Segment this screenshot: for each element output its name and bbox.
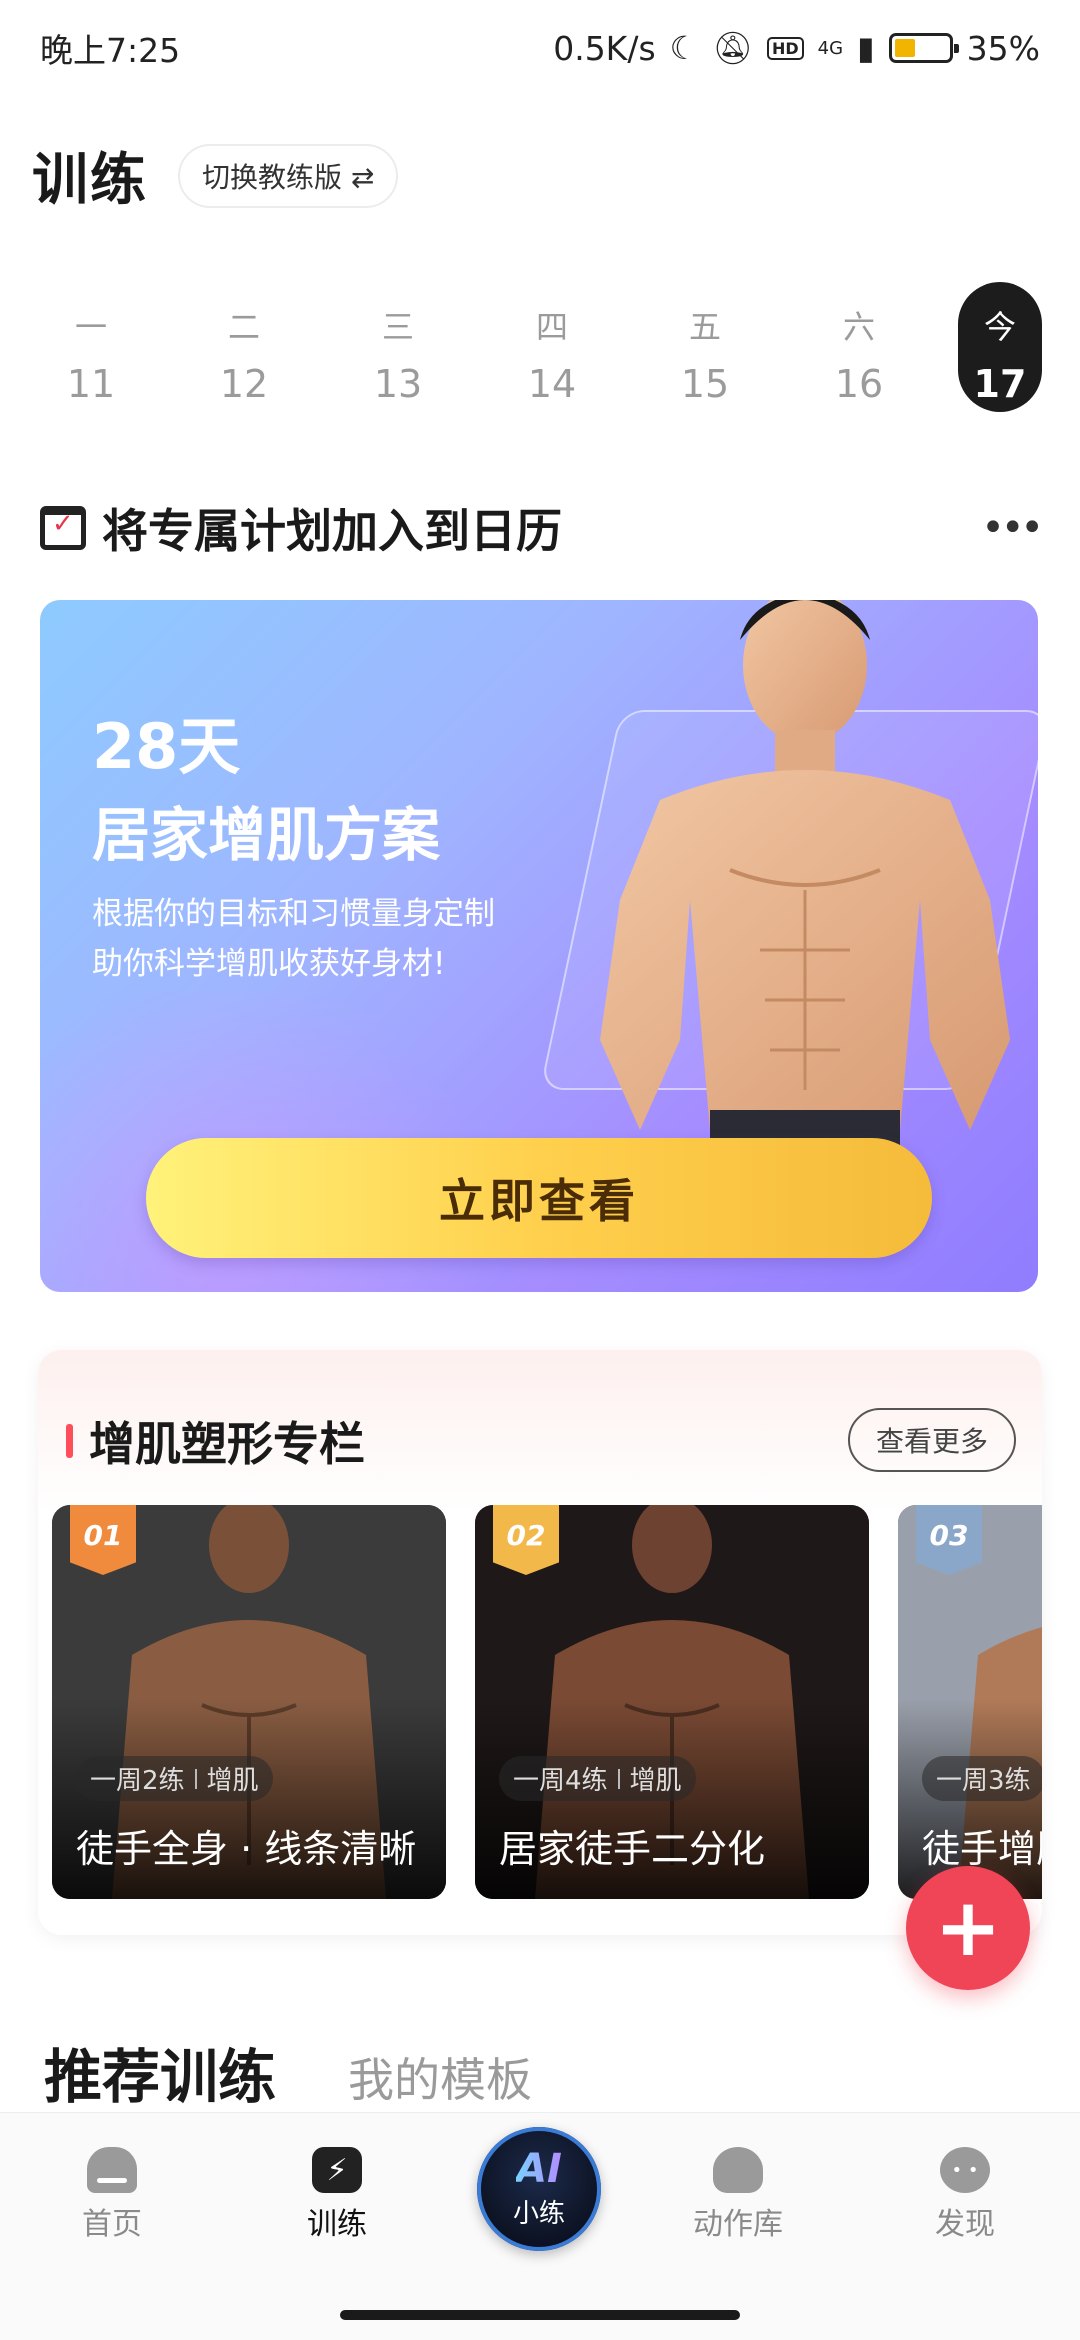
day-fri[interactable]: 五 15 [660,282,750,412]
switch-coach-button[interactable]: 切换教练版 ⇄ [178,143,399,208]
nav-home[interactable]: 首页 [32,2147,192,2243]
nav-home-label: 首页 [82,2207,142,2242]
course-name: 徒手增肌 [922,1827,1042,1871]
course-card[interactable]: 03 一周3练 徒手增肌 [898,1505,1042,1899]
banner-desc-1: 根据你的目标和习惯量身定制 [92,896,495,932]
nav-discover[interactable]: 发现 [885,2147,1045,2243]
day-wed[interactable]: 三 13 [353,282,443,412]
date-label: 16 [834,362,884,406]
bell-muted-icon: 🔕︎ [712,29,753,67]
weekday-label: 六 [842,308,875,346]
course-meta: 一周2练 增肌 [76,1756,273,1801]
plan-section-title[interactable]: 将专属计划加入到日历 [40,495,562,561]
nav-train-label: 训练 [307,2207,367,2242]
meta-separator [617,1768,620,1789]
date-label: 13 [373,362,423,406]
plus-icon: + [934,1881,1002,1974]
more-options-icon[interactable]: ••• [981,505,1044,551]
see-more-button[interactable]: 查看更多 [847,1408,1016,1472]
course-name: 居家徒手二分化 [499,1827,766,1871]
add-fab-button[interactable]: + [906,1866,1030,1990]
weekday-label: 二 [227,308,260,346]
nav-train[interactable]: 训练 [257,2147,417,2243]
battery-icon [888,33,959,63]
status-bar: 晚上7:25 0.5K/s ☾ 🔕︎ HD 4G ▮ 35% [0,0,1080,96]
course-number-badge: 02 [493,1505,559,1575]
date-label: 14 [527,362,577,406]
hd-icon: HD [766,36,804,60]
page-header: 训练 切换教练版 ⇄ [32,135,399,216]
ai-coach-label: 小练 [512,2198,565,2229]
course-name: 徒手全身 · 线条清晰 [76,1827,417,1871]
day-thu[interactable]: 四 14 [507,282,597,412]
column-title: 增肌塑形专栏 [66,1408,365,1474]
weekday-label: 今 [983,308,1016,346]
date-label: 12 [219,362,269,406]
training-tabs: 推荐训练 我的模板 [39,2030,532,2130]
course-frequency: 一周2练 [90,1766,185,1796]
switch-coach-label: 切换教练版 ⇄ [202,160,375,194]
nav-library[interactable]: 动作库 [658,2147,818,2243]
course-number-badge: 01 [70,1505,136,1575]
lightning-icon [312,2147,362,2193]
title-accent-bar [66,1424,73,1458]
nav-library-label: 动作库 [693,2207,783,2242]
ai-coach-button[interactable]: AI 小练 [477,2127,601,2251]
course-meta: 一周4练 增肌 [499,1756,696,1801]
home-icon [87,2147,137,2193]
week-strip: 一 11 二 12 三 13 四 14 五 15 六 16 今 17 [30,282,1050,412]
course-card[interactable]: 01 一周2练 增肌 徒手全身 · 线条清晰 [52,1505,446,1899]
weekday-label: 四 [535,308,568,346]
weekday-label: 一 [74,308,107,346]
kettlebell-icon [713,2147,763,2193]
calendar-check-icon [40,506,86,550]
meta-separator [194,1768,197,1789]
view-now-button[interactable]: 立即查看 [146,1138,932,1258]
home-indicator [340,2310,740,2320]
discover-icon [940,2147,990,2193]
plan-title-text: 将专属计划加入到日历 [102,504,562,558]
course-frequency: 一周3练 [936,1766,1031,1796]
status-time: 晚上7:25 [40,31,181,70]
bottom-nav: 首页 训练 AI 小练 动作库 发现 [0,2112,1080,2340]
day-tue[interactable]: 二 12 [199,282,289,412]
column-title-text: 增肌塑形专栏 [89,1417,365,1471]
nav-discover-label: 发现 [935,2207,995,2242]
column-section: 增肌塑形专栏 查看更多 01 一周2练 增肌 徒手全身 · 线条清晰 02 一周… [38,1350,1042,1935]
course-card[interactable]: 02 一周4练 增肌 居家徒手二分化 [475,1505,869,1899]
day-today[interactable]: 今 17 [958,282,1042,412]
tab-recommended[interactable]: 推荐训练 [39,2030,276,2130]
course-meta: 一周3练 [922,1756,1042,1801]
weekday-label: 三 [381,308,414,346]
plan-banner[interactable]: 28天 居家增肌方案 根据你的目标和习惯量身定制 助你科学增肌收获好身材! 立即… [40,600,1038,1292]
banner-desc-2: 助你科学增肌收获好身材! [92,946,446,982]
date-label: 17 [973,362,1027,406]
tab-my-templates[interactable]: 我的模板 [348,2044,532,2114]
course-tag: 增肌 [206,1766,259,1796]
date-label: 11 [66,362,116,406]
ai-logo-icon: AI [516,2145,562,2192]
course-number-badge: 03 [916,1505,982,1575]
course-frequency: 一周4练 [513,1766,608,1796]
banner-days: 28天 [92,710,241,783]
athlete-image [600,600,1010,1190]
weekday-label: 五 [688,308,721,346]
course-tag: 增肌 [629,1766,682,1796]
moon-icon: ☾ [669,29,699,67]
net-speed: 0.5K/s [553,28,656,68]
banner-plan-name: 居家增肌方案 [92,801,441,869]
date-label: 15 [680,362,730,406]
battery-percent: 35% [966,28,1040,68]
signal-icon: ▮ [857,29,875,67]
day-mon[interactable]: 一 11 [46,282,136,412]
page-title: 训练 [32,148,148,213]
network-icon: 4G [817,37,844,59]
day-sat[interactable]: 六 16 [814,282,904,412]
